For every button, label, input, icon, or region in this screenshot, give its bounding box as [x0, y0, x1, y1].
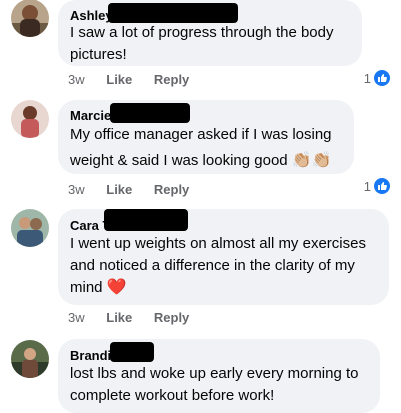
name-redaction — [110, 342, 154, 362]
comment-text: I saw a lot of progress through the body… — [70, 24, 334, 63]
comment-bubble: Ashley I saw a lot of progress through t… — [58, 0, 362, 66]
commenter-name[interactable]: Ashley — [70, 8, 113, 23]
reaction-count-text: 1 — [363, 70, 371, 86]
reply-button[interactable]: Reply — [154, 182, 189, 197]
comment-timestamp[interactable]: 3w — [68, 182, 85, 197]
comment-text: I went up weights on almost all my exerc… — [70, 233, 366, 299]
comment-actions: 3w Like Reply — [68, 182, 207, 197]
reaction-count[interactable]: 1 — [364, 70, 390, 86]
commenter-name[interactable]: Brandi — [70, 348, 111, 363]
commenter-name[interactable]: Marcie — [70, 108, 111, 123]
name-redaction — [110, 103, 190, 123]
red-heart-emoji: ❤️ — [106, 279, 127, 297]
thumbs-up-icon — [374, 178, 390, 194]
comment-timestamp[interactable]: 3w — [68, 310, 85, 325]
name-redaction — [104, 209, 188, 231]
reaction-count[interactable]: 1 — [364, 178, 390, 194]
reaction-count-text: 1 — [363, 178, 371, 194]
avatar[interactable] — [11, 0, 49, 37]
comment-text: lost lbs and woke up early every morning… — [70, 365, 359, 404]
avatar[interactable] — [11, 100, 49, 138]
comment-timestamp[interactable]: 3w — [68, 72, 85, 87]
avatar[interactable] — [11, 340, 49, 378]
like-button[interactable]: Like — [106, 72, 132, 87]
comment-bubble: Marcie My office manager asked if I was … — [58, 100, 354, 174]
like-button[interactable]: Like — [106, 310, 132, 325]
like-button[interactable]: Like — [106, 182, 132, 197]
name-redaction — [108, 3, 238, 23]
thumbs-up-icon — [374, 70, 390, 86]
comment-actions: 3w Like Reply — [68, 72, 207, 87]
comment-bubble: Cara T I went up weights on almost all m… — [58, 209, 389, 305]
comment-text: My office manager asked if I was losing … — [70, 122, 332, 174]
reply-button[interactable]: Reply — [154, 72, 189, 87]
clapping-hands-emoji: 👏🏼👏🏼 — [291, 152, 332, 170]
reply-button[interactable]: Reply — [154, 310, 189, 325]
comment-bubble: Brandi lost lbs and woke up early every … — [58, 339, 380, 413]
comment-actions: 3w Like Reply — [68, 310, 207, 325]
avatar[interactable] — [11, 209, 49, 247]
